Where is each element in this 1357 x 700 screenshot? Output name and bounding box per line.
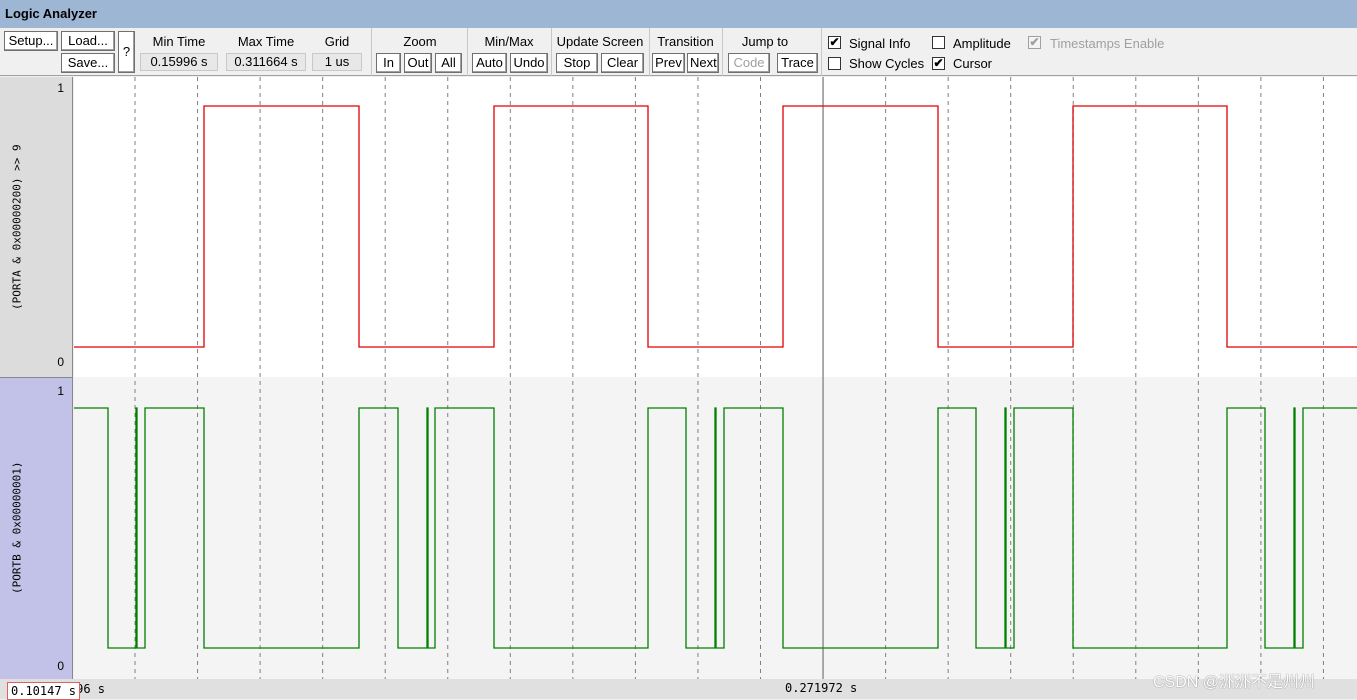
divider <box>649 28 650 76</box>
waveform-plot[interactable] <box>74 77 1357 679</box>
zoom-out-button[interactable]: Out <box>404 53 432 73</box>
grid-label: Grid <box>324 34 350 49</box>
divider <box>722 28 723 76</box>
load-button[interactable]: Load... <box>61 31 115 51</box>
next-button[interactable]: Next <box>687 53 719 73</box>
min-time-value: 0.15996 s <box>140 53 218 71</box>
show-cycles-checkbox[interactable] <box>828 57 841 70</box>
signal-label-portb[interactable]: 1 (PORTB & 0x00000001) 0 <box>0 377 73 679</box>
undo-button[interactable]: Undo <box>510 53 548 73</box>
min-value: 0 <box>57 659 64 673</box>
signal-name: (PORTB & 0x00000001) <box>10 461 24 595</box>
timestamps-enable-label: Timestamps Enable <box>1050 36 1165 51</box>
max-value: 1 <box>57 384 64 398</box>
lane-background <box>74 77 1357 377</box>
amplitude-checkbox[interactable] <box>932 36 945 49</box>
divider <box>371 28 372 76</box>
zoom-all-button[interactable]: All <box>435 53 462 73</box>
divider <box>821 28 822 76</box>
save-button[interactable]: Save... <box>61 53 115 73</box>
zoom-in-button[interactable]: In <box>376 53 401 73</box>
divider <box>551 28 552 76</box>
trace-button[interactable]: Trace <box>777 53 818 73</box>
cursor-checkbox[interactable]: ✔ <box>932 57 945 70</box>
signal-info-checkbox[interactable]: ✔ <box>828 36 841 49</box>
window-title: Logic Analyzer <box>0 0 1357 28</box>
grid-value: 1 us <box>312 53 362 71</box>
signal-info-label: Signal Info <box>849 36 911 51</box>
amplitude-label: Amplitude <box>953 36 1011 51</box>
help-button[interactable]: ? <box>118 31 135 73</box>
min-value: 0 <box>57 355 64 369</box>
signal-name: (PORTA & 0x00000200) >> 9 <box>10 144 24 310</box>
clear-button[interactable]: Clear <box>601 53 644 73</box>
cursor-time-label: 0.271972 s <box>785 681 858 695</box>
show-cycles-label: Show Cycles <box>849 56 925 71</box>
setup-button[interactable]: Setup... <box>4 31 58 51</box>
minmax-label: Min/Max <box>484 34 534 49</box>
prev-button[interactable]: Prev <box>652 53 685 73</box>
stop-button[interactable]: Stop <box>556 53 598 73</box>
watermark: CSDN @洲洲不是州州 <box>1153 674 1316 691</box>
min-time-label: Min Time <box>152 34 206 49</box>
code-button[interactable]: Code <box>728 53 770 73</box>
max-time-label: Max Time <box>237 34 295 49</box>
timestamps-enable-checkbox[interactable]: ✔ <box>1028 36 1041 49</box>
zoom-label: Zoom <box>403 34 437 49</box>
start-time-box: 0.10147 s <box>7 682 81 700</box>
max-time-value: 0.311664 s <box>226 53 306 71</box>
transition-label: Transition <box>657 34 714 49</box>
jump-to-label: Jump to <box>741 34 789 49</box>
cursor-label: Cursor <box>953 56 993 71</box>
max-value: 1 <box>57 81 64 95</box>
divider <box>467 28 468 76</box>
update-screen-label: Update Screen <box>556 34 644 49</box>
signal-label-porta[interactable]: 1 (PORTA & 0x00000200) >> 9 0 <box>0 77 73 377</box>
toolbar: Setup... Load... Save... ? Min Time 0.15… <box>0 28 1357 76</box>
auto-button[interactable]: Auto <box>472 53 507 73</box>
